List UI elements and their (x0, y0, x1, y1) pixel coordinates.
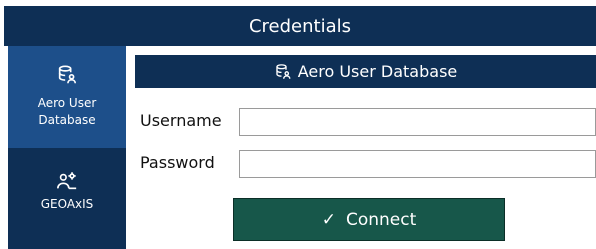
connect-button[interactable]: ✓ Connect (233, 198, 505, 241)
database-user-icon (58, 65, 77, 84)
section-title: Aero User Database (297, 62, 458, 81)
database-user-icon (276, 63, 291, 79)
username-field[interactable] (239, 108, 596, 136)
sidebar-item-label: Aero User Database (37, 96, 97, 127)
title-bar: Credentials (4, 6, 596, 46)
password-field[interactable] (239, 150, 596, 178)
credentials-window: Credentials Aero User Database GEOAxIS A… (0, 0, 596, 249)
username-label: Username (140, 111, 222, 130)
sidebar-item-aero-user-database[interactable]: Aero User Database (8, 46, 126, 148)
sidebar-item-geoaxis[interactable]: GEOAxIS (8, 148, 126, 249)
connect-label: Connect (345, 209, 417, 230)
section-header: Aero User Database (135, 55, 596, 88)
check-icon: ✓ (321, 209, 336, 230)
sidebar: Aero User Database GEOAxIS (8, 46, 126, 249)
window-title: Credentials (248, 15, 352, 37)
users-gear-icon (57, 172, 77, 190)
password-label: Password (140, 153, 215, 172)
sidebar-item-label: GEOAxIS (40, 197, 94, 211)
